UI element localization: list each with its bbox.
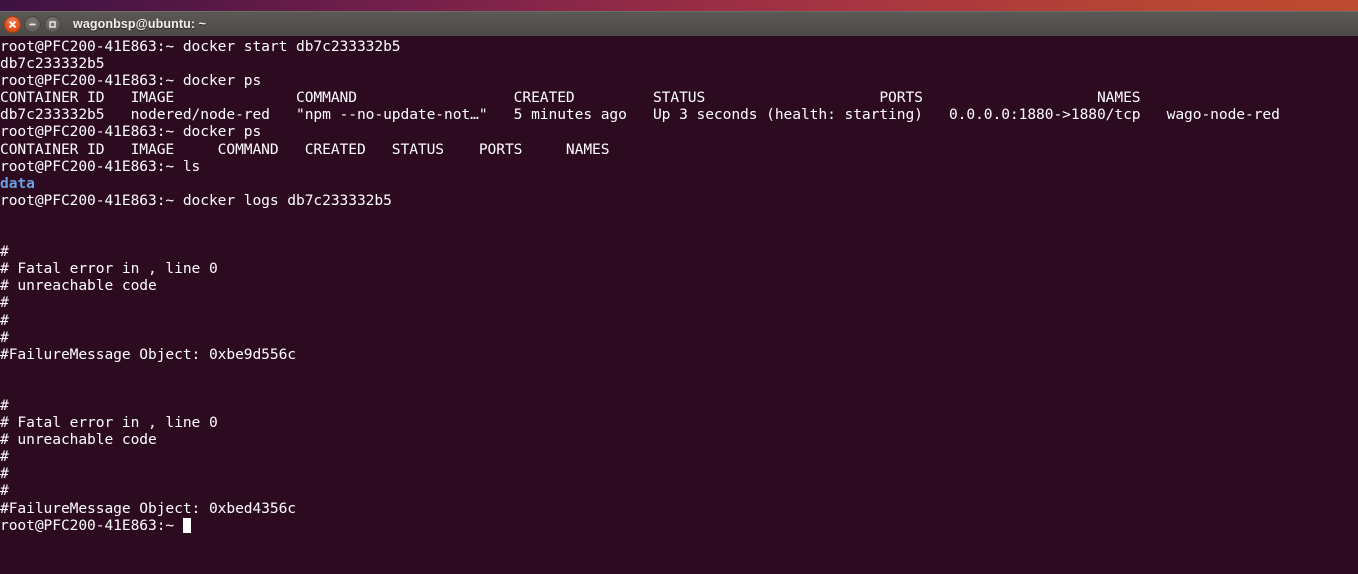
terminal-text: #FailureMessage Object: 0xbe9d556c: [0, 345, 297, 363]
terminal-screen[interactable]: root@PFC200-41E863:~ docker start db7c23…: [0, 36, 1358, 574]
terminal-text: # unreachable code: [0, 431, 157, 449]
terminal-text: root@PFC200-41E863:~ docker logs db7c233…: [0, 191, 392, 209]
terminal-text: root@PFC200-41E863:~ docker start db7c23…: [0, 38, 401, 55]
terminal-line: #: [0, 243, 1358, 260]
terminal-text: #: [0, 243, 9, 261]
terminal-text: #: [0, 311, 9, 329]
shell-prompt: root@PFC200-41E863:~: [0, 516, 183, 534]
close-window-icon[interactable]: [4, 15, 21, 33]
terminal-line: [0, 363, 1358, 380]
terminal-line: root@PFC200-41E863:~ docker ps: [0, 72, 1358, 89]
directory-entry: data: [0, 174, 35, 192]
terminal-line: root@PFC200-41E863:~ docker start db7c23…: [0, 38, 1358, 55]
terminal-line: #FailureMessage Object: 0xbed4356c: [0, 500, 1358, 517]
terminal-line: #: [0, 312, 1358, 329]
terminal-text: root@PFC200-41E863:~ docker ps: [0, 72, 262, 90]
terminal-line: CONTAINER ID IMAGE COMMAND CREATED STATU…: [0, 141, 1358, 158]
terminal-text: # unreachable code: [0, 277, 157, 295]
terminal-line: # unreachable code: [0, 277, 1358, 294]
terminal-text: # Fatal error in , line 0: [0, 260, 218, 278]
terminal-line: # unreachable code: [0, 431, 1358, 448]
terminal-line: CONTAINER ID IMAGE COMMAND CREATED STATU…: [0, 89, 1358, 106]
terminal-window: wagonbsp@ubuntu: ~ root@PFC200-41E863:~ …: [0, 11, 1358, 574]
minimize-window-icon[interactable]: [24, 15, 41, 33]
terminal-line: #: [0, 482, 1358, 499]
terminal-text: #: [0, 396, 9, 414]
window-title: wagonbsp@ubuntu: ~: [73, 17, 207, 31]
desktop-wallpaper-strip: [0, 0, 1358, 11]
terminal-line: #: [0, 465, 1358, 482]
terminal-text: root@PFC200-41E863:~ ls: [0, 157, 201, 175]
terminal-output: root@PFC200-41E863:~ docker start db7c23…: [0, 38, 1358, 534]
terminal-line: #: [0, 329, 1358, 346]
maximize-window-icon[interactable]: [44, 15, 61, 33]
terminal-text: # Fatal error in , line 0: [0, 414, 218, 432]
terminal-line: data: [0, 175, 1358, 192]
terminal-line: root@PFC200-41E863:~ ls: [0, 158, 1358, 175]
terminal-text: CONTAINER ID IMAGE COMMAND CREATED STATU…: [0, 89, 1141, 107]
terminal-text: db7c233332b5: [0, 55, 105, 73]
terminal-line: [0, 226, 1358, 243]
terminal-line: #FailureMessage Object: 0xbe9d556c: [0, 346, 1358, 363]
terminal-text: #: [0, 465, 9, 483]
terminal-text: root@PFC200-41E863:~ docker ps: [0, 123, 262, 141]
terminal-line: [0, 209, 1358, 226]
terminal-text: #: [0, 294, 9, 312]
terminal-text: #: [0, 328, 9, 346]
terminal-line: #: [0, 397, 1358, 414]
terminal-line: root@PFC200-41E863:~ docker logs db7c233…: [0, 192, 1358, 209]
terminal-line: #: [0, 294, 1358, 311]
window-titlebar[interactable]: wagonbsp@ubuntu: ~: [0, 11, 1358, 36]
terminal-text: #FailureMessage Object: 0xbed4356c: [0, 499, 297, 517]
terminal-line: root@PFC200-41E863:~ docker ps: [0, 123, 1358, 140]
terminal-text: #: [0, 448, 9, 466]
terminal-line: db7c233332b5 nodered/node-red "npm --no-…: [0, 106, 1358, 123]
terminal-text: CONTAINER ID IMAGE COMMAND CREATED STATU…: [0, 140, 610, 158]
terminal-line: # Fatal error in , line 0: [0, 260, 1358, 277]
terminal-line: root@PFC200-41E863:~: [0, 517, 1358, 534]
terminal-line: db7c233332b5: [0, 55, 1358, 72]
terminal-line: # Fatal error in , line 0: [0, 414, 1358, 431]
terminal-line: #: [0, 448, 1358, 465]
terminal-line: [0, 380, 1358, 397]
terminal-text: #: [0, 482, 9, 500]
text-cursor: [182, 517, 192, 533]
terminal-text: db7c233332b5 nodered/node-red "npm --no-…: [0, 106, 1280, 124]
